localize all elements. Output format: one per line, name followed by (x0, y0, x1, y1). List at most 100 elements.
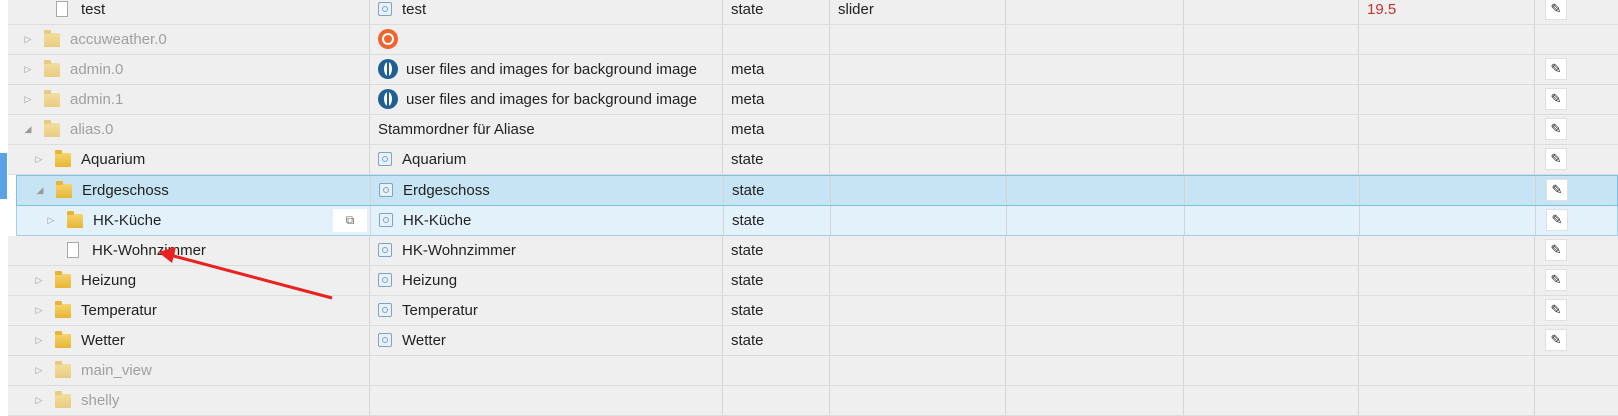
name-cell[interactable]: ▷ admin.1 (8, 85, 370, 114)
pencil-icon[interactable]: ✎ (1546, 179, 1568, 201)
desc-cell (370, 25, 723, 54)
object-desc: Temperatur (402, 302, 478, 319)
room-cell (1006, 266, 1184, 295)
table-row-hover[interactable]: ▷ HK-Küche ⧉ HK-Küche state ✎ (16, 206, 1618, 236)
type-cell (723, 25, 830, 54)
room-cell (1006, 85, 1184, 114)
pencil-icon[interactable]: ✎ (1546, 209, 1568, 231)
function-cell (1185, 176, 1360, 205)
function-cell (1184, 296, 1359, 325)
function-cell (1185, 206, 1360, 235)
name-cell[interactable]: HK-Wohnzimmer (8, 236, 370, 265)
desc-cell: HK-Wohnzimmer (370, 236, 723, 265)
table-row-selected[interactable]: ◢ Erdgeschoss Erdgeschoss state ✎ (16, 175, 1618, 206)
name-cell[interactable]: ▷ Heizung (8, 266, 370, 295)
value-cell (1359, 386, 1535, 415)
collapse-icon[interactable]: ◢ (34, 176, 46, 205)
name-cell[interactable]: ▷ accuweather.0 (8, 25, 370, 54)
function-cell (1184, 85, 1359, 114)
table-row[interactable]: ▷ admin.0 user files and images for back… (8, 55, 1618, 85)
expand-icon[interactable]: ▷ (33, 296, 45, 325)
pencil-icon[interactable]: ✎ (1545, 118, 1567, 140)
expand-icon[interactable]: ▷ (33, 386, 45, 415)
pencil-icon[interactable]: ✎ (1545, 0, 1567, 20)
room-cell (1006, 145, 1184, 174)
pencil-icon[interactable]: ✎ (1545, 58, 1567, 80)
pencil-icon[interactable]: ✎ (1545, 88, 1567, 110)
role-cell (830, 386, 1006, 415)
name-cell[interactable]: ◢ Erdgeschoss (9, 176, 371, 205)
pencil-icon[interactable]: ✎ (1545, 239, 1567, 261)
desc-cell: HK-Küche (371, 206, 724, 235)
room-cell (1006, 115, 1184, 144)
edit-cell: ✎ (1535, 236, 1618, 265)
folder-icon (55, 271, 71, 288)
name-cell[interactable]: test (8, 0, 370, 24)
pencil-icon[interactable]: ✎ (1545, 329, 1567, 351)
type-cell: state (723, 0, 830, 24)
name-cell[interactable]: ▷ HK-Küche ⧉ (9, 206, 371, 235)
folder-icon (44, 90, 60, 107)
name-cell[interactable]: ▷ Temperatur (8, 296, 370, 325)
folder-icon (55, 150, 71, 167)
table-row[interactable]: ▷ Aquarium Aquarium state ✎ (8, 145, 1618, 175)
object-name: alias.0 (70, 121, 114, 138)
edit-cell: ✎ (1535, 55, 1618, 84)
role-cell (830, 145, 1006, 174)
state-icon (378, 152, 392, 166)
name-cell[interactable]: ▷ admin.0 (8, 55, 370, 84)
expand-icon[interactable]: ▷ (22, 55, 34, 84)
table-row[interactable]: HK-Wohnzimmer HK-Wohnzimmer state ✎ (8, 236, 1618, 266)
expand-icon[interactable]: ▷ (33, 326, 45, 355)
expand-icon[interactable]: ▷ (33, 266, 45, 295)
table-row[interactable]: ▷ main_view (8, 356, 1618, 386)
object-name: Heizung (81, 272, 137, 289)
name-cell[interactable]: ▷ Wetter (8, 326, 370, 355)
table-row[interactable]: ▷ Temperatur Temperatur state ✎ (8, 296, 1618, 326)
type-cell: meta (723, 115, 830, 144)
table-row[interactable]: ▷ shelly (8, 386, 1618, 416)
file-icon (67, 242, 79, 258)
name-cell[interactable]: ▷ main_view (8, 356, 370, 385)
pencil-icon[interactable]: ✎ (1545, 299, 1567, 321)
value-cell (1359, 115, 1535, 144)
object-name: admin.1 (70, 91, 124, 108)
copy-icon[interactable]: ⧉ (333, 209, 367, 232)
object-tree-table: test test state slider 19.5 ✎ ▷ accuweat… (8, 0, 1618, 416)
function-cell (1184, 236, 1359, 265)
value-cell (1359, 296, 1535, 325)
expand-icon[interactable]: ▷ (22, 25, 34, 54)
table-row[interactable]: ▷ admin.1 user files and images for back… (8, 85, 1618, 115)
pencil-icon[interactable]: ✎ (1545, 148, 1567, 170)
value-cell[interactable]: 19.5 (1359, 0, 1535, 24)
accuweather-icon (378, 29, 398, 49)
table-row[interactable]: ▷ Heizung Heizung state ✎ (8, 266, 1618, 296)
folder-icon (55, 391, 71, 408)
object-name: accuweather.0 (70, 31, 167, 48)
collapse-icon[interactable]: ◢ (22, 115, 34, 144)
function-cell (1184, 326, 1359, 355)
left-selection-accent (0, 153, 7, 199)
expand-icon[interactable]: ▷ (33, 356, 45, 385)
table-row[interactable]: ◢ alias.0 Stammordner für Aliase meta ✎ (8, 115, 1618, 145)
table-row[interactable]: ▷ accuweather.0 (8, 25, 1618, 55)
name-cell[interactable]: ◢ alias.0 (8, 115, 370, 144)
pencil-icon[interactable]: ✎ (1545, 269, 1567, 291)
name-cell[interactable]: ▷ Aquarium (8, 145, 370, 174)
folder-icon (44, 60, 60, 77)
function-cell (1184, 55, 1359, 84)
name-cell[interactable]: ▷ shelly (8, 386, 370, 415)
desc-cell: Temperatur (370, 296, 723, 325)
expand-icon[interactable]: ▷ (45, 206, 57, 235)
role-cell (830, 85, 1006, 114)
table-row[interactable]: ▷ Wetter Wetter state ✎ (8, 326, 1618, 356)
role-cell (830, 55, 1006, 84)
room-cell (1006, 25, 1184, 54)
desc-cell (370, 386, 723, 415)
type-cell (723, 386, 830, 415)
expand-icon[interactable]: ▷ (22, 85, 34, 114)
table-row[interactable]: test test state slider 19.5 ✎ (8, 0, 1618, 25)
role-cell (831, 206, 1007, 235)
expand-icon[interactable]: ▷ (33, 145, 45, 174)
function-cell (1184, 386, 1359, 415)
